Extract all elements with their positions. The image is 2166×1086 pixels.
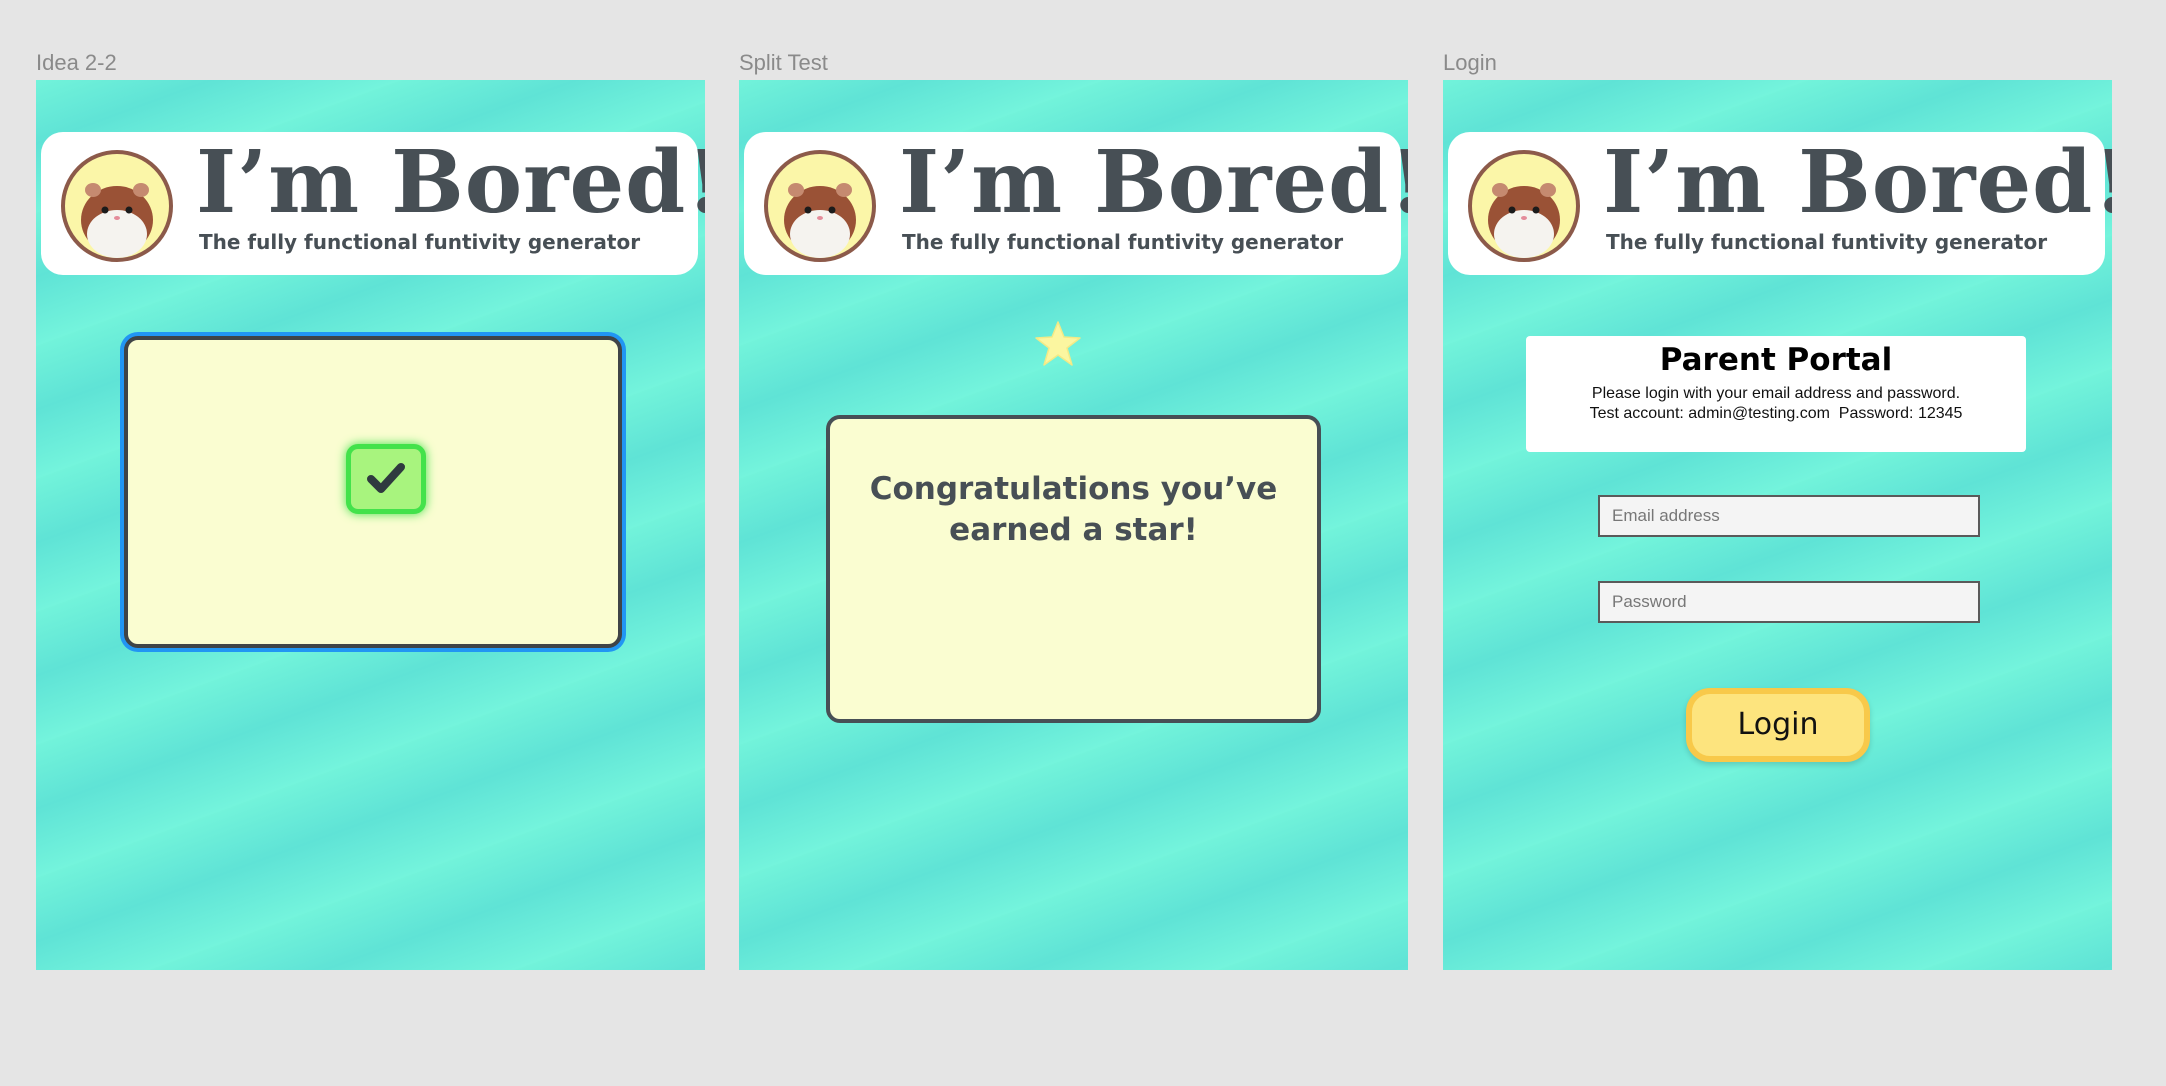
app-header: I’m Bored! The fully functional funtivit… — [1448, 132, 2112, 275]
hamster-avatar-icon — [1468, 150, 1580, 262]
frame-idea: I’m Bored! The fully functional funtivit… — [36, 80, 705, 970]
star-icon — [1035, 321, 1081, 366]
congrats-message: Congratulations you’ve earned a star! — [869, 471, 1278, 548]
frame-label-idea[interactable]: Idea 2-2 — [36, 50, 117, 76]
hamster-avatar-icon — [61, 150, 173, 262]
reward-card: Congratulations you’ve earned a star! — [826, 415, 1321, 723]
email-field[interactable] — [1598, 495, 1980, 537]
checkbox[interactable] — [346, 444, 426, 514]
login-button[interactable]: Login — [1686, 688, 1870, 762]
app-subtitle: The fully functional funtivity generator — [1606, 230, 2048, 254]
app-header: I’m Bored! The fully functional funtivit… — [744, 132, 1408, 275]
frame-label-login[interactable]: Login — [1443, 50, 1497, 76]
hamster-avatar-icon — [764, 150, 876, 262]
selected-card[interactable] — [124, 336, 622, 648]
app-subtitle: The fully functional funtivity generator — [199, 230, 641, 254]
portal-title: Parent Portal — [1659, 342, 1893, 378]
app-subtitle: The fully functional funtivity generator — [902, 230, 1344, 254]
app-title: I’m Bored! — [196, 132, 705, 233]
app-title: I’m Bored! — [899, 132, 1408, 233]
checkmark-icon — [367, 463, 405, 493]
frame-login: I’m Bored! The fully functional funtivit… — [1443, 80, 2112, 970]
portal-test-account: Test account: admin@testing.com Password… — [1589, 405, 1963, 422]
password-field[interactable] — [1598, 581, 1980, 623]
parent-portal-panel: Parent Portal Please login with your ema… — [1526, 336, 2026, 452]
frame-split-test: I’m Bored! The fully functional funtivit… — [739, 80, 1408, 970]
portal-instructions: Please login with your email address and… — [1591, 385, 1961, 402]
app-title: I’m Bored! — [1603, 132, 2112, 233]
frame-label-split-test[interactable]: Split Test — [739, 50, 828, 76]
app-header: I’m Bored! The fully functional funtivit… — [41, 132, 705, 275]
